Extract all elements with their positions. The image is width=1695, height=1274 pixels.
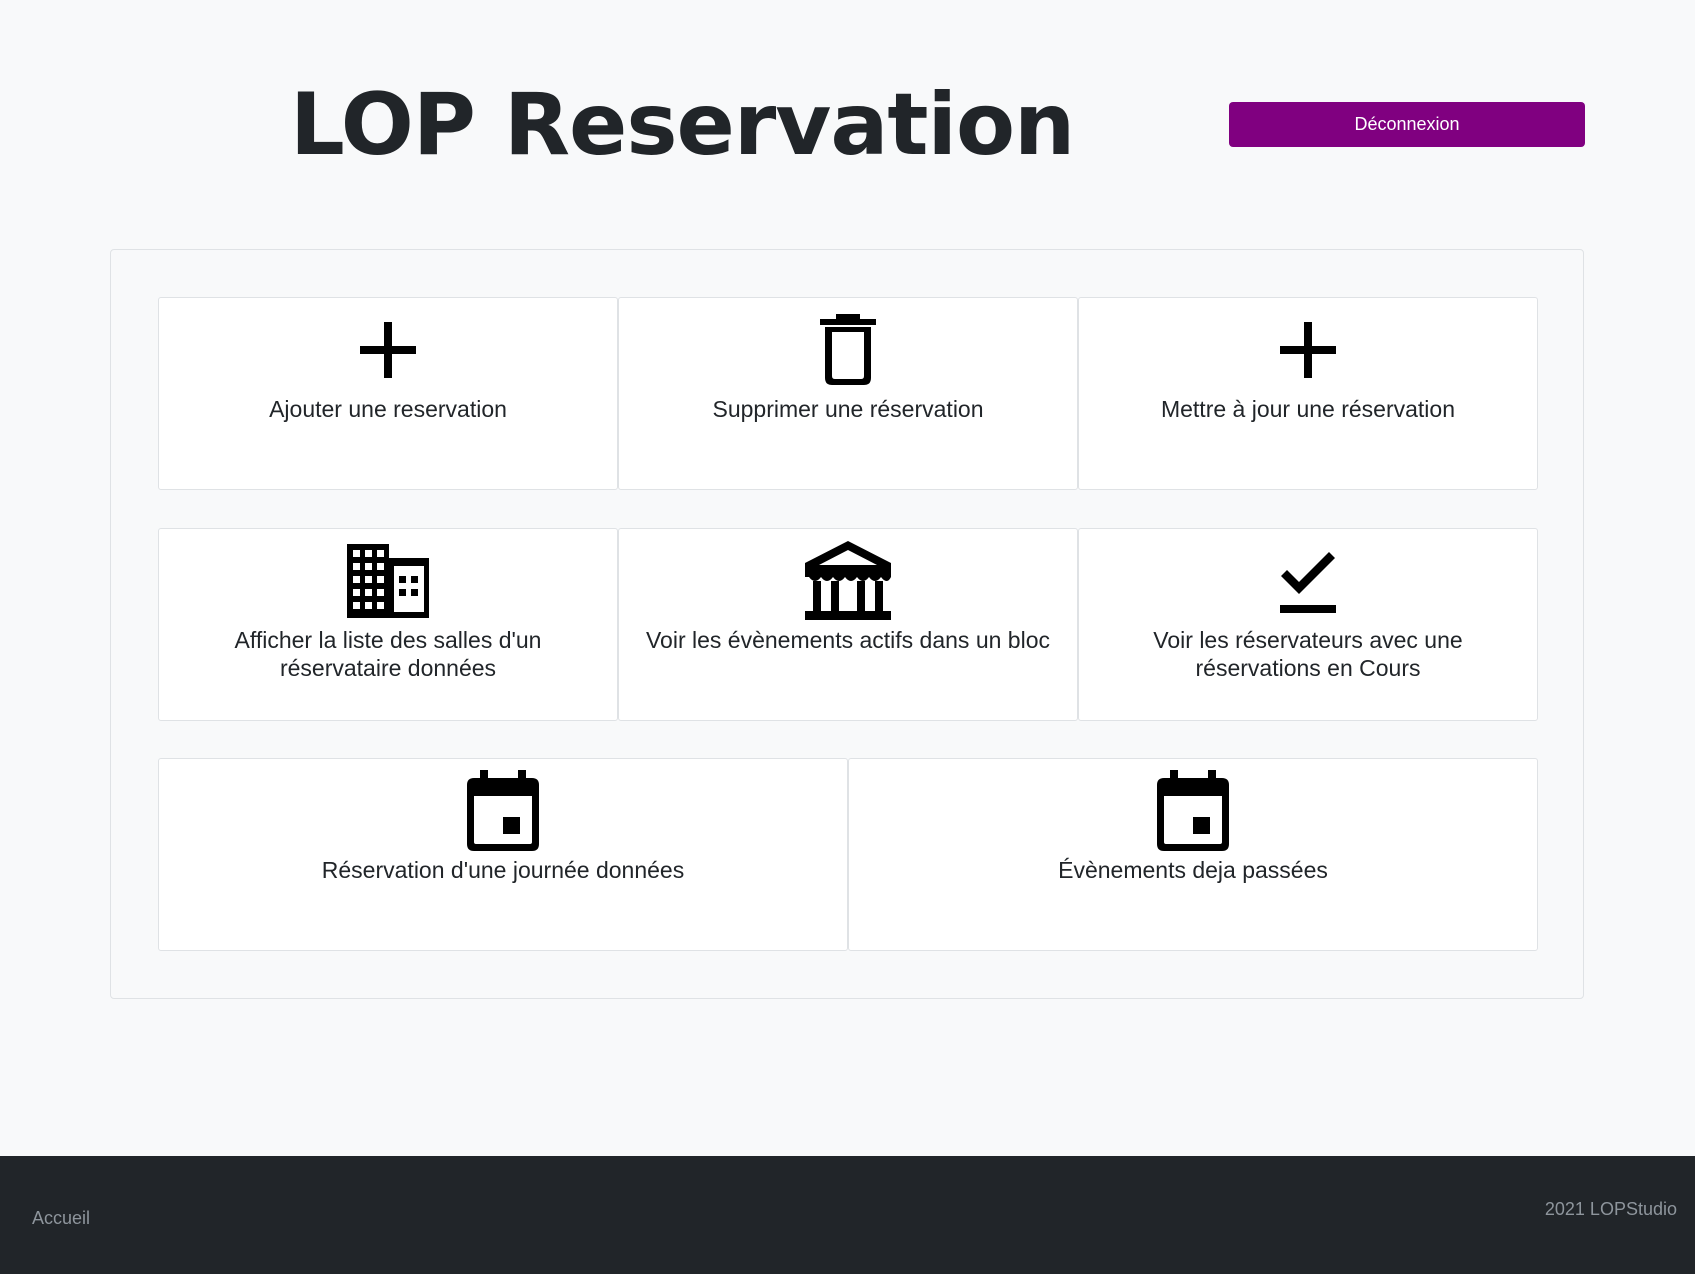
delete-reservation-card[interactable]: Supprimer une réservation	[618, 297, 1078, 490]
museum-icon	[798, 541, 898, 621]
actions-panel: Ajouter une reservation Supprimer une ré…	[110, 249, 1584, 999]
ongoing-reservers-card[interactable]: Voir les réservateurs avec une réservati…	[1078, 528, 1538, 721]
day-reservation-card[interactable]: Réservation d'une journée données	[158, 758, 848, 951]
logout-button[interactable]: Déconnexion	[1229, 102, 1585, 147]
card-label: Afficher la liste des salles d'un réserv…	[234, 627, 542, 681]
list-rooms-card[interactable]: Afficher la liste des salles d'un réserv…	[158, 528, 618, 721]
card-label: Réservation d'une journée données	[321, 857, 685, 883]
building-icon	[338, 541, 438, 621]
add-reservation-card[interactable]: Ajouter une reservation	[158, 297, 618, 490]
card-label: Évènements deja passées	[1058, 857, 1328, 883]
card-label: Supprimer une réservation	[712, 396, 984, 422]
footer: Accueil 2021 LOPStudio	[0, 1156, 1695, 1274]
trash-icon	[798, 310, 898, 390]
card-label: Voir les évènements actifs dans un bloc	[645, 627, 1050, 653]
plus-icon	[338, 310, 438, 390]
page-title: LOP Reservation	[290, 75, 1075, 175]
plus-icon	[1258, 310, 1358, 390]
calendar-icon	[1143, 770, 1243, 851]
past-events-card[interactable]: Évènements deja passées	[848, 758, 1538, 951]
check-icon	[1258, 541, 1358, 621]
home-link[interactable]: Accueil	[32, 1208, 90, 1229]
calendar-icon	[453, 770, 553, 851]
copyright-text: 2021 LOPStudio	[1544, 1199, 1677, 1219]
active-events-card[interactable]: Voir les évènements actifs dans un bloc	[618, 528, 1078, 721]
card-label: Ajouter une reservation	[269, 396, 507, 422]
card-label: Voir les réservateurs avec une réservati…	[1153, 627, 1463, 681]
update-reservation-card[interactable]: Mettre à jour une réservation	[1078, 297, 1538, 490]
card-label: Mettre à jour une réservation	[1160, 396, 1456, 422]
